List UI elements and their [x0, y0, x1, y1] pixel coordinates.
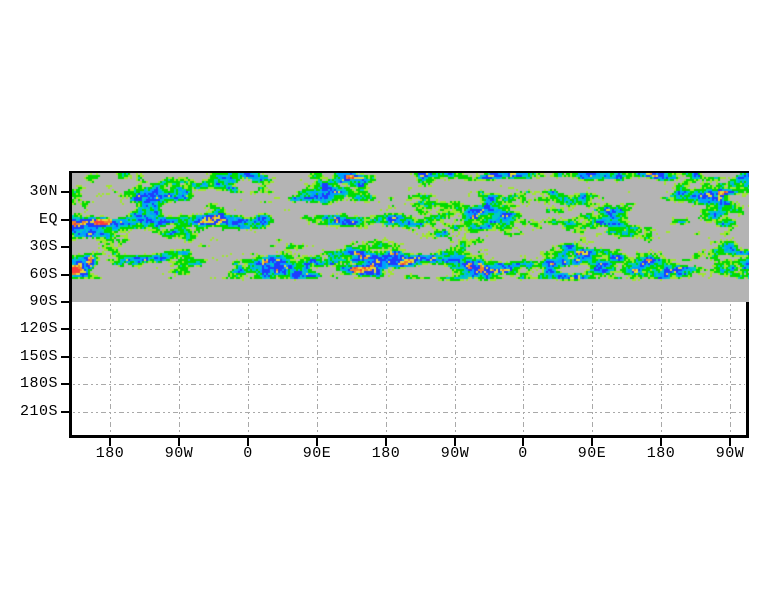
x-tick-label: 90W — [715, 445, 745, 462]
y-tick-label: 210S — [19, 403, 58, 420]
frame-bottom — [69, 435, 749, 438]
x-tick-label: 180 — [371, 445, 401, 462]
y-tick-label: EQ — [38, 211, 58, 228]
x-tick-label: 0 — [518, 445, 528, 462]
x-tick-label: 180 — [646, 445, 676, 462]
y-tick-label: 30N — [29, 183, 58, 200]
x-tick-label: 90W — [440, 445, 470, 462]
y-tick — [61, 274, 69, 276]
y-tick-label: 90S — [29, 293, 58, 310]
y-tick — [61, 301, 69, 303]
x-tick-label: 0 — [243, 445, 253, 462]
y-tick — [61, 383, 69, 385]
x-tick-label: 90E — [577, 445, 607, 462]
shaded-field-raster — [72, 173, 749, 302]
y-tick — [61, 328, 69, 330]
y-tick — [61, 411, 69, 413]
axes-layer — [61, 171, 749, 446]
x-tick-label: 180 — [95, 445, 125, 462]
x-tick-label: 90E — [302, 445, 332, 462]
y-tick-label: 120S — [19, 320, 58, 337]
grads-heatmap-figure: 30N EQ 30S 60S 90S 120S 150S 180S 210S 180 90W 0 90… — [0, 0, 784, 612]
y-tick-label: 60S — [29, 266, 58, 283]
x-tick-label: 90W — [164, 445, 194, 462]
y-tick — [61, 356, 69, 358]
y-tick — [61, 246, 69, 248]
y-tick — [61, 191, 69, 193]
y-tick-label: 30S — [29, 238, 58, 255]
y-tick-label: 150S — [19, 348, 58, 365]
y-tick-label: 180S — [19, 375, 58, 392]
y-tick — [61, 219, 69, 221]
